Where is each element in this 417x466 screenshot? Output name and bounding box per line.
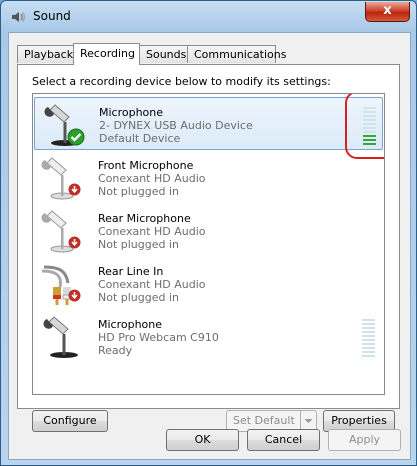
device-driver: HD Pro Webcam C910 (98, 331, 219, 344)
level-meter (362, 319, 375, 359)
green-check-icon (67, 128, 85, 146)
device-name: Microphone (99, 106, 164, 119)
list-item-device[interactable]: Rear Microphone Conexant HD Audio Not pl… (34, 204, 383, 257)
meter-segment (362, 343, 375, 345)
dialog-client-area: Playback Recording Sounds Communications… (8, 32, 411, 460)
device-name: Rear Microphone (98, 212, 191, 225)
device-text: Microphone HD Pro Webcam C910 Ready (98, 318, 219, 357)
instruction-text: Select a recording device below to modif… (32, 75, 331, 88)
set-default-label: Set Default (233, 414, 295, 427)
device-list[interactable]: Microphone 2- DYNEX USB Audio Device Def… (32, 93, 385, 395)
cancel-button[interactable]: Cancel (247, 429, 320, 451)
window-title: Sound (33, 9, 71, 23)
title-bar[interactable]: Sound x (1, 1, 416, 35)
device-status: Ready (98, 344, 133, 357)
configure-button[interactable]: Configure (32, 410, 108, 432)
dropdown-arrow-icon[interactable] (300, 411, 316, 431)
device-name: Front Microphone (98, 159, 194, 172)
list-item-device[interactable]: Rear Line In Conexant HD Audio Not plugg… (34, 257, 383, 310)
microphone-icon (43, 316, 78, 358)
meter-segment (362, 335, 375, 337)
device-driver: 2- DYNEX USB Audio Device (99, 119, 253, 132)
red-down-arrow-icon (68, 236, 81, 249)
tab-sounds[interactable]: Sounds (139, 45, 188, 63)
meter-segment (362, 331, 375, 333)
device-driver: Conexant HD Audio (98, 225, 206, 238)
tab-communications[interactable]: Communications (187, 45, 286, 63)
apply-button[interactable]: Apply (328, 429, 401, 451)
device-status: Not plugged in (98, 291, 180, 304)
close-button[interactable]: x (365, 2, 410, 22)
tab-recording[interactable]: Recording (73, 43, 140, 65)
list-item-device[interactable]: Front Microphone Conexant HD Audio Not p… (34, 151, 383, 204)
device-name: Microphone (98, 318, 163, 331)
device-driver: Conexant HD Audio (98, 278, 206, 291)
sound-dialog: Sound x Playback Recording Sounds Commun… (0, 0, 417, 466)
meter-segment (362, 319, 375, 321)
meter-segment (362, 355, 375, 357)
red-down-arrow-icon (68, 183, 81, 196)
tab-playback[interactable]: Playback (17, 45, 74, 63)
ok-button[interactable]: OK (166, 429, 239, 451)
meter-segment (362, 347, 375, 349)
meter-segment (362, 351, 375, 353)
meter-segment (362, 323, 375, 325)
device-text: Microphone 2- DYNEX USB Audio Device Def… (99, 106, 253, 145)
speaker-icon (12, 12, 25, 22)
device-driver: Conexant HD Audio (98, 172, 206, 185)
device-status: Not plugged in (98, 238, 180, 251)
device-status: Default Device (99, 132, 181, 145)
device-name: Rear Line In (98, 265, 164, 278)
highlight-annotation (345, 94, 384, 159)
meter-segment (362, 327, 375, 329)
device-text: Front Microphone Conexant HD Audio Not p… (98, 159, 206, 198)
list-item-device[interactable]: Microphone HD Pro Webcam C910 Ready (34, 310, 383, 363)
red-down-arrow-icon (68, 289, 81, 302)
list-item-device[interactable]: Microphone 2- DYNEX USB Audio Device Def… (34, 97, 383, 150)
recording-tab-panel: Select a recording device below to modif… (17, 64, 400, 432)
meter-segment (362, 339, 375, 341)
device-status: Not plugged in (98, 185, 180, 198)
device-text: Rear Microphone Conexant HD Audio Not pl… (98, 212, 206, 251)
device-text: Rear Line In Conexant HD Audio Not plugg… (98, 265, 206, 304)
